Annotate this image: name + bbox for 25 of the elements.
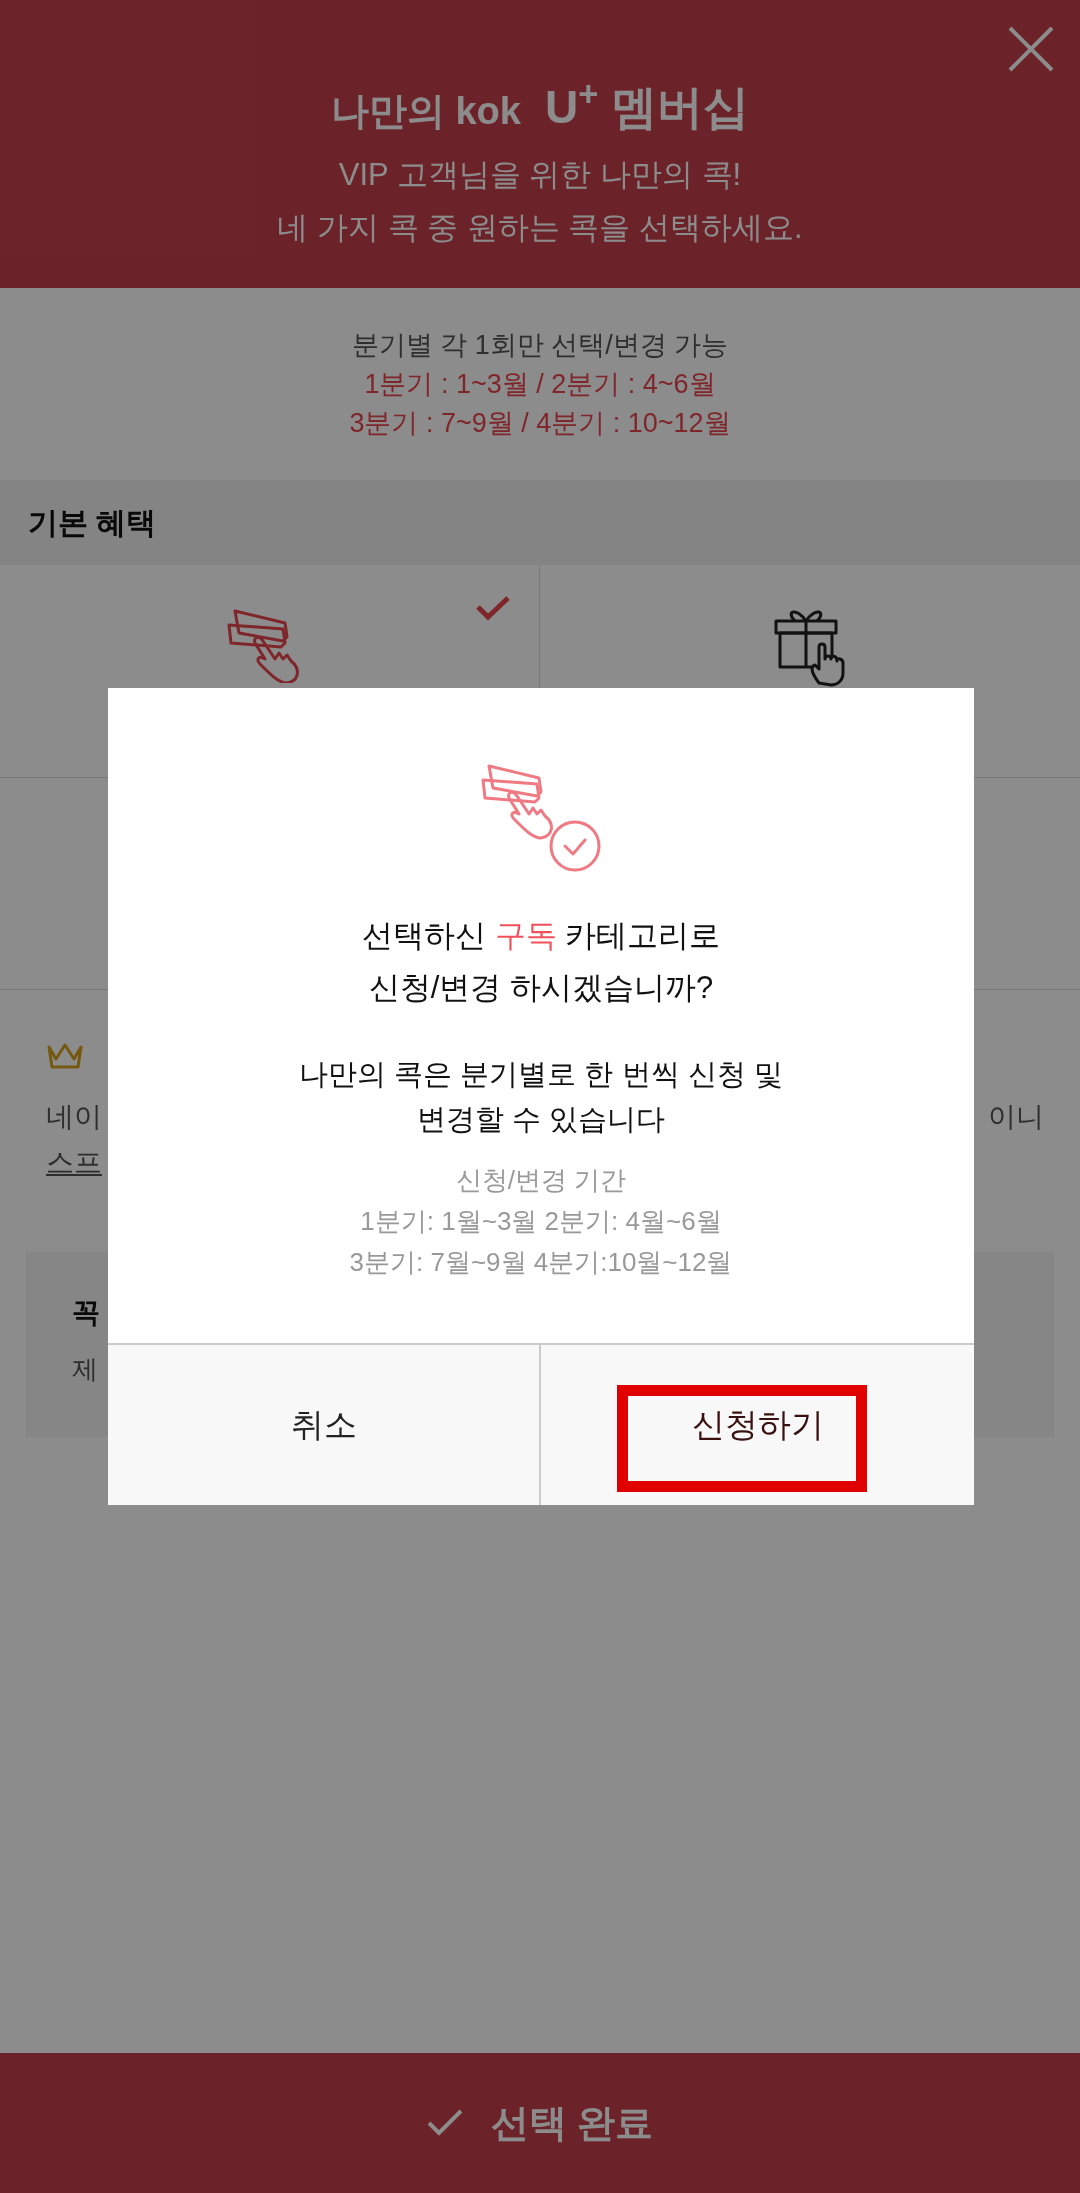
section-title: 기본 혜택 <box>28 505 157 541</box>
quarter-notice: 3분기 : 7~9월 / 4분기 : 10~12월 <box>349 406 731 440</box>
header-subtitle: VIP 고객님을 위한 나만의 콕! <box>338 156 742 194</box>
info-title: 꼭 <box>72 1296 101 1330</box>
vip-text: 네이 <box>46 1100 102 1134</box>
period-text: 1분기: 1월~3월 2분기: 4월~6월 <box>360 1205 722 1238</box>
apply-button[interactable]: 신청하기 <box>685 1400 830 1450</box>
vip-text: 이니 <box>988 1100 1044 1134</box>
check-icon <box>426 2109 463 2137</box>
period-text: 3분기: 7월~9월 4분기:10월~12월 <box>349 1246 733 1279</box>
cancel-button[interactable]: 취소 <box>284 1400 363 1450</box>
logo-text: 나만의 kok <box>330 92 521 130</box>
dialog-message: 변경할 수 있습니다 <box>416 1102 666 1137</box>
period-text: 신청/변경 기간 <box>455 1164 627 1197</box>
dialog-message: 나만의 콕은 분기별로 한 번씩 신청 및 <box>299 1057 783 1092</box>
logo-text: U$^{+}$ 멤버십 <box>544 84 750 130</box>
vip-link[interactable]: 스프 <box>46 1140 102 1186</box>
quarter-notice: 1분기 : 1~3월 / 2분기 : 4~6월 <box>364 367 716 401</box>
close-icon <box>1008 26 1054 72</box>
check-icon <box>475 595 511 621</box>
quarter-notice: 분기별 각 1회만 선택/변경 가능 <box>351 328 729 362</box>
header-subtitle: 네 가지 콕 중 원하는 콕을 선택하세요. <box>277 209 803 247</box>
info-text: 제 <box>72 1353 99 1386</box>
dialog-question: 선택하신 구독 카테고리로 신청/변경 하시겠습니까? <box>361 917 721 1007</box>
crown-icon <box>46 1041 84 1071</box>
